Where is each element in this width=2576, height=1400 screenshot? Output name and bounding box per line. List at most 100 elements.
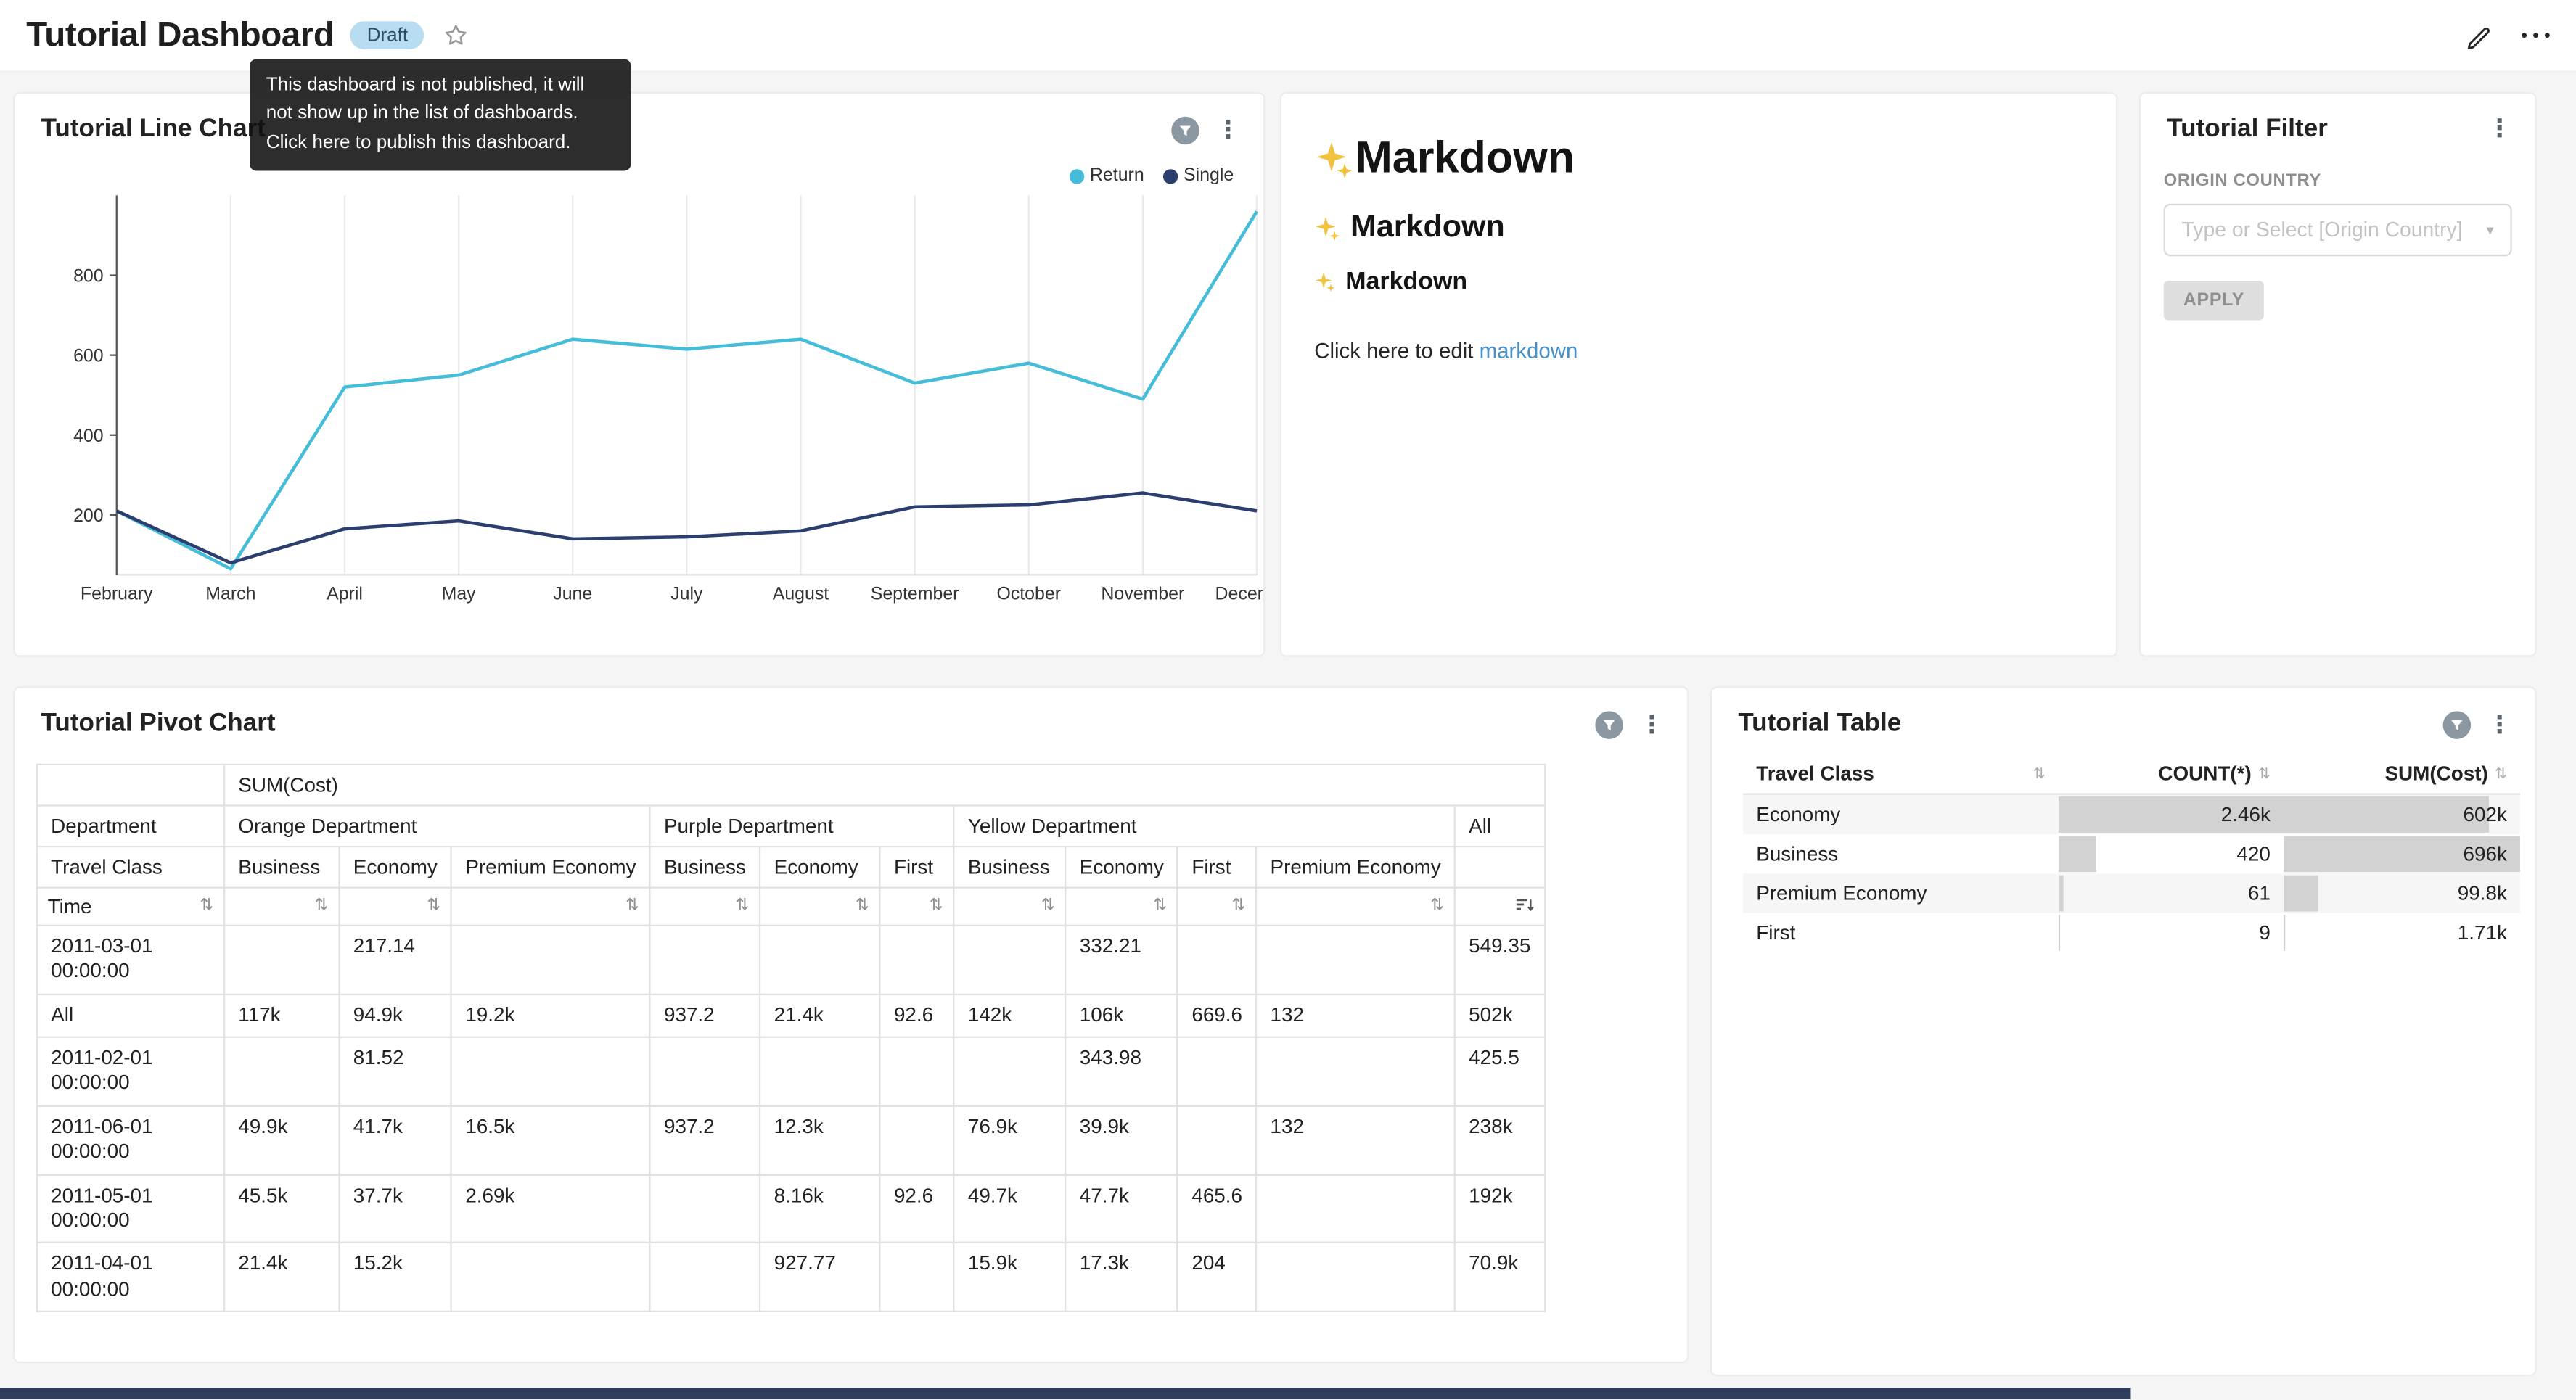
legend-dot xyxy=(1164,168,1178,183)
pivot-row-header: 2011-06-0100:00:00 xyxy=(37,1105,224,1174)
sort-icon: ⇅ xyxy=(1430,897,1444,914)
pivot-cell: 669.6 xyxy=(1178,994,1256,1037)
legend-item[interactable]: Return xyxy=(1070,166,1144,186)
pivot-cell: 81.52 xyxy=(340,1037,452,1105)
pivot-cell: 76.9k xyxy=(954,1105,1066,1174)
table-card-title: Tutorial Table xyxy=(1738,709,1901,739)
pivot-cell: 132 xyxy=(1256,1105,1455,1174)
pivot-cell xyxy=(1178,926,1256,994)
pivot-cell: 21.4k xyxy=(760,994,879,1037)
column-header-sum-cost[interactable]: SUM(Cost)⇅ xyxy=(2284,754,2520,794)
sort-icon: ⇅ xyxy=(2495,765,2507,783)
pivot-cell xyxy=(954,1037,1066,1105)
pivot-subgroup-header[interactable]: First xyxy=(1178,847,1256,888)
pivot-subgroup-header[interactable]: Premium Economy xyxy=(1256,847,1455,888)
sort-icon: ⇅ xyxy=(2258,765,2271,783)
pivot-cell xyxy=(1256,926,1455,994)
pivot-sort-cell[interactable]: ⇅ xyxy=(650,888,760,926)
pivot-sort-cell[interactable]: ⇅ xyxy=(340,888,452,926)
pivot-sort-cell[interactable]: ⇅ xyxy=(451,888,650,926)
pivot-subgroup-header[interactable]: First xyxy=(880,847,954,888)
table-row[interactable]: Premium Economy6199.8k xyxy=(1743,873,2520,913)
pivot-group-header[interactable]: All xyxy=(1455,806,1545,847)
pivot-subgroup-header[interactable]: Premium Economy xyxy=(451,847,650,888)
pivot-cell: 94.9k xyxy=(340,994,452,1037)
pivot-row-header: All xyxy=(37,994,224,1037)
pivot-cell: 92.6 xyxy=(880,1174,954,1243)
pivot-subgroup-header[interactable]: Business xyxy=(224,847,339,888)
pivot-cell xyxy=(760,926,879,994)
column-header-count[interactable]: COUNT(*)⇅ xyxy=(2059,754,2284,794)
pivot-cell xyxy=(451,1243,650,1311)
svg-text:August: August xyxy=(773,583,829,604)
pivot-row: 2011-03-0100:00:00217.14332.21549.35 xyxy=(37,926,1545,994)
pivot-row: 2011-02-0100:00:0081.52343.98425.5 xyxy=(37,1037,1545,1105)
pivot-cell: 92.6 xyxy=(880,994,954,1037)
pivot-cell: 217.14 xyxy=(340,926,452,994)
edit-dashboard-icon[interactable] xyxy=(2464,21,2491,49)
pivot-cell xyxy=(1256,1037,1455,1105)
pivot-cell: 465.6 xyxy=(1178,1174,1256,1243)
markdown-card: Markdown Markdown Markdown Click here to… xyxy=(1280,92,2118,657)
sort-icon: ⇅ xyxy=(2033,765,2046,783)
pivot-subgroup-header[interactable] xyxy=(1455,847,1545,888)
travel-class-cell: First xyxy=(1743,913,2059,952)
pivot-sort-cell[interactable]: ⇅ xyxy=(1178,888,1256,926)
origin-country-select[interactable]: Type or Select [Origin Country] ▾ xyxy=(2164,204,2512,256)
pivot-sort-cell[interactable]: ⇅ xyxy=(954,888,1066,926)
pivot-cell: 142k xyxy=(954,994,1066,1037)
pivot-chart-card: Tutorial Pivot Chart ⋮ SUM(Cost)Departme… xyxy=(13,686,1689,1363)
pivot-sort-cell[interactable]: ⇅ xyxy=(1066,888,1178,926)
pivot-sort-cell[interactable] xyxy=(1455,888,1545,926)
pivot-group-header[interactable]: Yellow Department xyxy=(954,806,1455,847)
kebab-menu-icon[interactable]: ⋮ xyxy=(1640,713,1665,738)
favorite-star-icon[interactable] xyxy=(444,23,469,48)
table-row[interactable]: First91.71k xyxy=(1743,913,2520,952)
pivot-sort-cell[interactable]: ⇅ xyxy=(760,888,879,926)
pivot-group-header[interactable]: Purple Department xyxy=(650,806,954,847)
pivot-cell xyxy=(1256,1174,1455,1243)
pivot-col-dim-label: Department xyxy=(37,806,224,847)
pivot-group-header[interactable]: Orange Department xyxy=(224,806,650,847)
sum-cost-cell: 696k xyxy=(2284,834,2520,873)
table-row[interactable]: Business420696k xyxy=(1743,834,2520,873)
pivot-card-title: Tutorial Pivot Chart xyxy=(41,709,276,739)
legend-item[interactable]: Single xyxy=(1164,166,1234,186)
pivot-cell: 192k xyxy=(1455,1174,1545,1243)
kebab-menu-icon[interactable]: ⋮ xyxy=(1215,118,1240,143)
cross-filter-icon[interactable] xyxy=(2443,711,2471,738)
pivot-subgroup-header[interactable]: Business xyxy=(954,847,1066,888)
draft-badge[interactable]: Draft xyxy=(350,21,424,49)
edit-markdown-link[interactable]: markdown xyxy=(1480,338,1578,363)
pivot-subgroup-header[interactable]: Economy xyxy=(1066,847,1178,888)
data-table: Travel Class⇅COUNT(*)⇅SUM(Cost)⇅Economy2… xyxy=(1743,754,2520,952)
cross-filter-icon[interactable] xyxy=(1595,711,1623,738)
line-chart-card: Tutorial Line Chart ⋮ ReturnSingle Febru… xyxy=(13,92,1265,657)
sparkles-icon xyxy=(1314,139,1353,178)
cross-filter-icon[interactable] xyxy=(1171,117,1199,144)
pivot-cell: 106k xyxy=(1066,994,1178,1037)
pivot-subgroup-header[interactable]: Business xyxy=(650,847,760,888)
table-card: Tutorial Table ⋮ Travel Class⇅COUNT(*)⇅S… xyxy=(1710,686,2537,1376)
pivot-row-header: 2011-03-0100:00:00 xyxy=(37,926,224,994)
kebab-menu-icon[interactable]: ⋮ xyxy=(2487,713,2512,738)
pivot-sort-cell[interactable]: ⇅ xyxy=(1256,888,1455,926)
chart-legend: Return Single xyxy=(1070,166,1234,186)
more-actions-icon[interactable] xyxy=(2521,33,2550,38)
dashboard: Tutorial Dashboard Draft This dashboard … xyxy=(0,0,2576,1399)
pivot-cell: 16.5k xyxy=(451,1105,650,1174)
pivot-sort-cell[interactable]: ⇅ xyxy=(224,888,339,926)
pivot-subgroup-header[interactable]: Economy xyxy=(760,847,879,888)
svg-text:600: 600 xyxy=(73,346,104,366)
sort-icon: ⇅ xyxy=(427,897,440,914)
pivot-sort-time[interactable]: Time⇅ xyxy=(37,888,224,926)
kebab-menu-icon[interactable]: ⋮ xyxy=(2487,117,2512,141)
pivot-sort-cell[interactable]: ⇅ xyxy=(880,888,954,926)
pivot-subgroup-header[interactable]: Economy xyxy=(340,847,452,888)
table-row[interactable]: Economy2.46k602k xyxy=(1743,794,2520,834)
origin-country-label: ORIGIN COUNTRY xyxy=(2164,170,2512,190)
pivot-cell: 70.9k xyxy=(1455,1243,1545,1311)
column-header-travel-class[interactable]: Travel Class⇅ xyxy=(1743,754,2059,794)
apply-button[interactable]: APPLY xyxy=(2164,281,2264,320)
pivot-cell: 2.69k xyxy=(451,1174,650,1243)
